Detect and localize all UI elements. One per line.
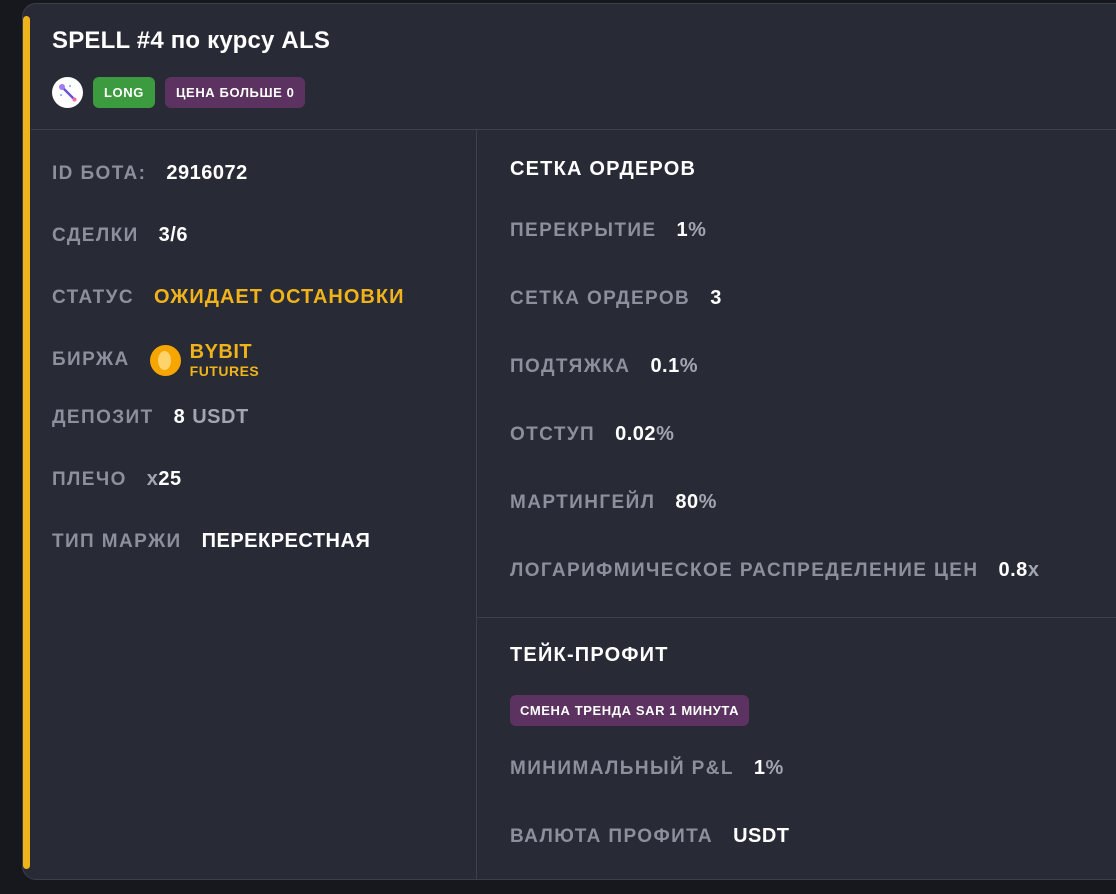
direction-badge: LONG: [93, 77, 155, 108]
bot-header: SPELL #4 по курсу ALS LONG ЦЕНА БОЛЬШЕ 0: [31, 4, 1116, 130]
exchange-info: BYBIT FUTURES: [149, 341, 260, 379]
deals-row: СДЕЛКИ 3/6: [52, 224, 188, 247]
status-accent-bar: [23, 16, 30, 869]
overlap-value: 1: [676, 219, 689, 241]
martingale-row: МАРТИНГЕЙЛ 80 %: [510, 491, 717, 514]
deposit-value: 8: [173, 406, 186, 428]
indent-value: 0.02: [615, 423, 657, 445]
min-pnl-value: 1: [753, 757, 766, 779]
overlap-label: ПЕРЕКРЫТИЕ: [510, 219, 657, 241]
order-count-label: СЕТКА ОРДЕРОВ: [510, 287, 691, 309]
bot-info-column: ID БОТА: 2916072 СДЕЛКИ 3/6 СТАТУС ОЖИДА…: [31, 130, 477, 879]
indent-unit: %: [656, 423, 675, 445]
indent-label: ОТСТУП: [510, 423, 596, 445]
deposit-unit: USDT: [192, 406, 249, 428]
deposit-label: ДЕПОЗИТ: [52, 406, 154, 428]
profit-currency-label: ВАЛЮТА ПРОФИТА: [510, 825, 714, 847]
overlap-row: ПЕРЕКРЫТИЕ 1 %: [510, 219, 706, 242]
margin-type-row: ТИП МАРЖИ ПЕРЕКРЕСТНАЯ: [52, 530, 370, 553]
exchange-label: БИРЖА: [52, 349, 130, 370]
bot-id-row: ID БОТА: 2916072: [52, 162, 248, 185]
min-pnl-row: МИНИМАЛЬНЫЙ P&L 1 %: [510, 757, 784, 780]
leverage-value: 25: [158, 468, 182, 490]
profit-currency-row: ВАЛЮТА ПРОФИТА USDT: [510, 825, 790, 848]
exchange-market-type: FUTURES: [189, 363, 260, 379]
pullup-unit: %: [679, 355, 699, 377]
indent-row: ОТСТУП 0.02 %: [510, 423, 674, 446]
bot-tags: LONG ЦЕНА БОЛЬШЕ 0: [52, 77, 306, 108]
status-value: ОЖИДАЕТ ОСТАНОВКИ: [153, 286, 405, 308]
leverage-label: ПЛЕЧО: [52, 468, 127, 490]
martingale-value: 80: [675, 491, 699, 513]
exchange-row: БИРЖА BYBIT FUTURES: [52, 342, 259, 378]
pullup-value: 0.1: [650, 355, 680, 377]
log-distribution-label: ЛОГАРИФМИЧЕСКОЕ РАСПРЕДЕЛЕНИЕ ЦЕН: [510, 559, 979, 581]
log-distribution-value: 0.8: [998, 559, 1028, 581]
martingale-label: МАРТИНГЕЙЛ: [510, 491, 656, 513]
margin-type-value: ПЕРЕКРЕСТНАЯ: [201, 530, 371, 552]
order-grid-title: СЕТКА ОРДЕРОВ: [510, 158, 697, 180]
bot-id-value[interactable]: 2916072: [166, 162, 247, 185]
exchange-name: BYBIT: [189, 341, 253, 363]
condition-badge: ЦЕНА БОЛЬШЕ 0: [164, 77, 306, 108]
min-pnl-unit: %: [765, 757, 784, 779]
settings-column: СЕТКА ОРДЕРОВ ПЕРЕКРЫТИЕ 1 % СЕТКА ОРДЕР…: [477, 130, 1116, 879]
order-count-value: 3: [710, 287, 722, 309]
take-profit-mode-badge: СМЕНА ТРЕНДА SAR 1 МИНУТА: [510, 695, 750, 726]
pullup-label: ПОДТЯЖКА: [510, 355, 631, 377]
margin-type-label: ТИП МАРЖИ: [52, 530, 182, 552]
leverage-row: ПЛЕЧО x 25: [52, 468, 182, 491]
order-count-row: СЕТКА ОРДЕРОВ 3: [510, 287, 722, 310]
bybit-coin-icon: [149, 344, 181, 376]
status-label: СТАТУС: [52, 286, 134, 308]
overlap-unit: %: [688, 219, 707, 241]
bot-card[interactable]: SPELL #4 по курсу ALS LONG ЦЕНА БОЛЬШЕ 0…: [22, 3, 1116, 880]
take-profit-title: ТЕЙК-ПРОФИТ: [510, 644, 669, 666]
deals-value: 3/6: [158, 224, 188, 246]
deposit-row: ДЕПОЗИТ 8 USDT: [52, 406, 249, 429]
bot-title[interactable]: SPELL #4 по курсу ALS: [52, 27, 330, 55]
profit-currency-value: USDT: [733, 825, 790, 847]
deals-label: СДЕЛКИ: [52, 224, 139, 246]
min-pnl-label: МИНИМАЛЬНЫЙ P&L: [510, 757, 734, 779]
log-distribution-row: ЛОГАРИФМИЧЕСКОЕ РАСПРЕДЕЛЕНИЕ ЦЕН 0.8 x: [510, 559, 1039, 582]
bot-id-label: ID БОТА:: [52, 162, 147, 184]
leverage-prefix: x: [146, 468, 159, 490]
log-distribution-unit: x: [1027, 559, 1040, 581]
spell-wand-icon: [52, 77, 83, 108]
martingale-unit: %: [698, 491, 717, 513]
status-row: СТАТУС ОЖИДАЕТ ОСТАНОВКИ: [52, 286, 404, 309]
section-divider: [477, 617, 1116, 618]
pullup-row: ПОДТЯЖКА 0.1 %: [510, 355, 698, 378]
